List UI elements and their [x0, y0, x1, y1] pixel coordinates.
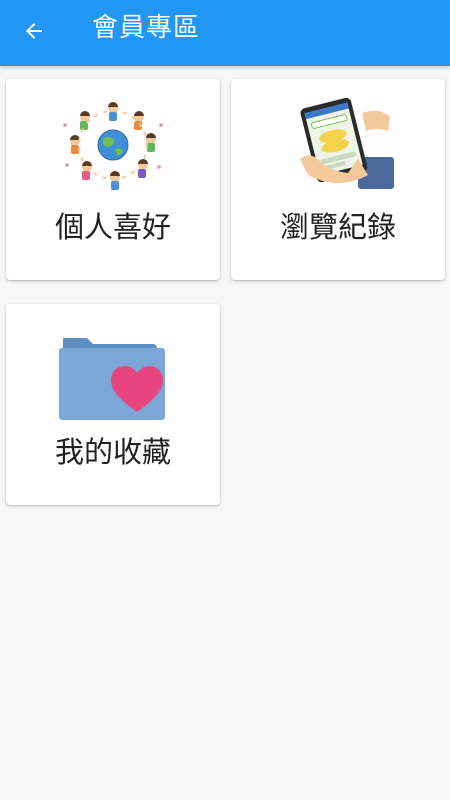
favorites-label: 我的收藏 [54, 435, 171, 469]
browsing-history-card[interactable]: 瀏覽紀錄 [231, 79, 445, 280]
preferences-label: 個人喜好 [54, 210, 171, 244]
back-button[interactable] [14, 13, 54, 53]
browsing-history-label: 瀏覽紀錄 [279, 210, 396, 244]
favorites-card[interactable]: 我的收藏 [6, 304, 220, 505]
arrow-left-icon [22, 19, 46, 47]
preferences-card[interactable]: 個人喜好 [6, 79, 220, 280]
folder-with-heart-icon [53, 320, 173, 420]
tablet-in-hand-icon [278, 95, 398, 195]
people-around-globe-icon [53, 95, 173, 195]
member-menu-grid: 個人喜好 瀏覽紀錄 我的收藏 [0, 66, 450, 800]
app-bar: 會員專區 [0, 0, 450, 66]
page-title: 會員專區 [92, 13, 201, 43]
